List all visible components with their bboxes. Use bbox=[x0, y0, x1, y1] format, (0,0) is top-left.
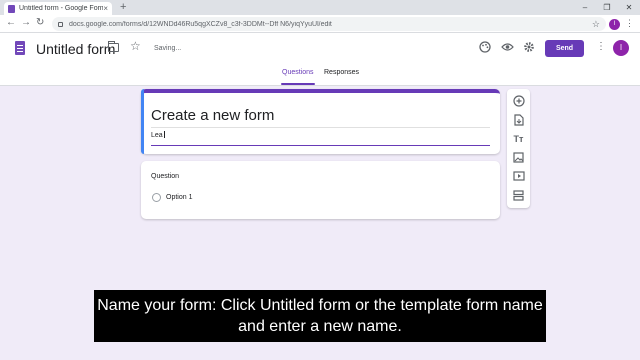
question-toolbar: Tт bbox=[507, 89, 530, 208]
google-forms-favicon-icon bbox=[8, 4, 15, 13]
bookmark-star-icon[interactable]: ☆ bbox=[592, 19, 600, 30]
add-image-icon[interactable] bbox=[512, 152, 525, 165]
browser-tab-title: Untitled form - Google Forms bbox=[19, 5, 104, 12]
form-title-input[interactable]: Create a new form bbox=[151, 107, 274, 124]
title-underline bbox=[151, 127, 490, 128]
description-text: Lea bbox=[151, 132, 163, 139]
browser-tabstrip: Untitled form - Google Forms × + – ❐ ✕ bbox=[0, 0, 640, 15]
address-bar[interactable]: docs.google.com/forms/d/12WNDd46Ru5qgXCZ… bbox=[52, 17, 606, 31]
option-label[interactable]: Option 1 bbox=[166, 194, 192, 201]
star-icon[interactable]: ☆ bbox=[130, 39, 141, 53]
browser-tab[interactable]: Untitled form - Google Forms × bbox=[4, 2, 112, 15]
send-button[interactable]: Send bbox=[545, 40, 584, 57]
forms-header: Untitled form ☆ Saving... Send ⋮ l Quest… bbox=[0, 33, 640, 86]
back-button[interactable]: ← bbox=[6, 17, 16, 28]
reload-button[interactable]: ↻ bbox=[36, 17, 44, 28]
maximize-button[interactable]: ❐ bbox=[596, 0, 618, 15]
form-description-input[interactable]: Lea bbox=[151, 131, 490, 143]
description-underline bbox=[151, 145, 490, 146]
tab-responses[interactable]: Responses bbox=[324, 69, 359, 76]
tutorial-caption: Name your form: Click Untitled form or t… bbox=[94, 290, 546, 342]
radio-button bbox=[152, 193, 161, 202]
browser-toolbar: ← → ↻ docs.google.com/forms/d/12WNDd46Ru… bbox=[0, 15, 640, 33]
save-status: Saving... bbox=[154, 45, 182, 52]
forward-button[interactable]: → bbox=[21, 17, 31, 28]
focus-indicator bbox=[141, 89, 144, 154]
new-tab-button[interactable]: + bbox=[120, 1, 126, 13]
form-title-card[interactable]: Create a new form Lea bbox=[141, 89, 500, 154]
question-card[interactable]: Question Option 1 bbox=[141, 161, 500, 219]
add-section-icon[interactable] bbox=[512, 190, 525, 203]
add-question-icon[interactable] bbox=[512, 95, 525, 108]
import-questions-icon[interactable] bbox=[512, 114, 525, 127]
document-title[interactable]: Untitled form bbox=[36, 41, 115, 57]
url-text: docs.google.com/forms/d/12WNDd46Ru5qgXCZ… bbox=[69, 20, 332, 28]
tab-questions[interactable]: Questions bbox=[281, 69, 315, 85]
close-window-button[interactable]: ✕ bbox=[618, 0, 640, 15]
lock-icon bbox=[58, 21, 63, 27]
window-controls: – ❐ ✕ bbox=[574, 0, 640, 15]
preview-eye-icon[interactable] bbox=[500, 41, 514, 55]
browser-profile-avatar[interactable]: l bbox=[609, 19, 620, 30]
account-avatar[interactable]: l bbox=[613, 40, 629, 56]
move-to-folder-icon[interactable] bbox=[108, 41, 119, 52]
add-video-icon[interactable] bbox=[512, 171, 525, 184]
add-title-icon[interactable]: Tт bbox=[512, 133, 525, 146]
palette-icon[interactable] bbox=[478, 41, 492, 55]
tab-close-icon[interactable]: × bbox=[103, 4, 108, 13]
question-title[interactable]: Question bbox=[151, 173, 179, 180]
browser-menu-icon[interactable]: ⋮ bbox=[625, 18, 634, 29]
form-tabs: Questions Responses bbox=[0, 69, 640, 86]
settings-gear-icon[interactable] bbox=[522, 41, 536, 55]
more-options-icon[interactable]: ⋮ bbox=[596, 41, 606, 52]
text-cursor bbox=[163, 131, 165, 138]
minimize-button[interactable]: – bbox=[574, 0, 596, 15]
forms-logo-icon[interactable] bbox=[15, 41, 25, 55]
